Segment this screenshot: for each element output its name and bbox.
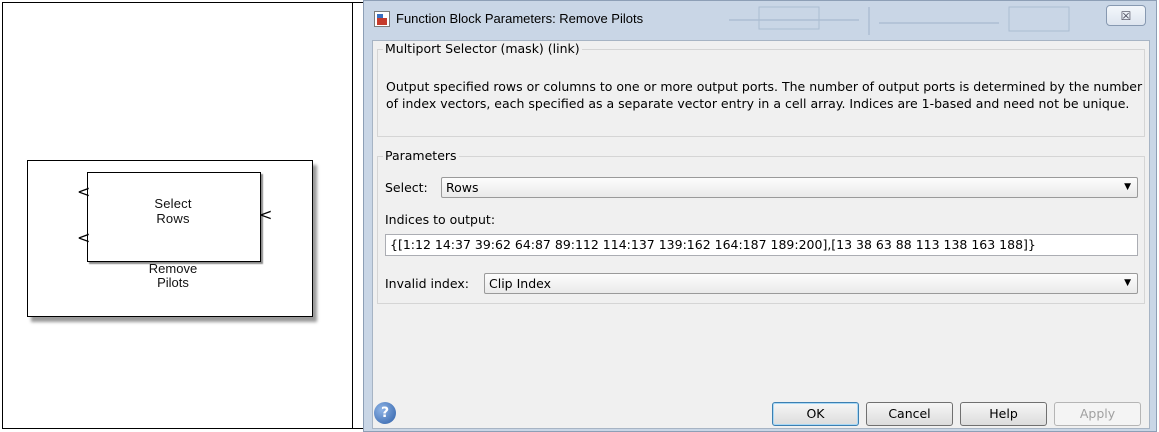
select-dropdown[interactable]: Rows ▼	[441, 177, 1138, 198]
select-value: Rows	[446, 180, 479, 195]
mask-description: Output specified rows or columns to one …	[386, 79, 1143, 111]
block-label: Select Rows	[154, 196, 192, 226]
block-name[interactable]: Remove Pilots	[87, 262, 259, 290]
parameters-group-title: Parameters	[383, 148, 459, 163]
apply-button[interactable]: Apply	[1054, 402, 1141, 426]
invalid-index-label: Invalid index:	[385, 276, 469, 291]
parameters-dialog: Function Block Parameters: Remove Pilots…	[363, 0, 1157, 432]
frame-divider	[352, 2, 353, 429]
background-window-decoration	[729, 6, 1070, 35]
select-label: Select:	[385, 180, 428, 195]
invalid-index-dropdown[interactable]: Clip Index ▼	[484, 273, 1138, 294]
input-port-2-icon: <	[77, 228, 91, 247]
chevron-down-icon: ▼	[1124, 182, 1131, 192]
invalid-index-value: Clip Index	[489, 276, 551, 291]
title-bar[interactable]: Function Block Parameters: Remove Pilots…	[364, 1, 1156, 39]
dialog-title: Function Block Parameters: Remove Pilots	[396, 11, 644, 26]
simulink-app-icon	[374, 11, 390, 27]
help-icon[interactable]: ?	[374, 402, 396, 424]
ok-button[interactable]: OK	[772, 402, 859, 426]
mask-group-title: Multiport Selector (mask) (link)	[383, 41, 582, 56]
help-button[interactable]: Help	[960, 402, 1047, 426]
indices-input[interactable]: {[1:12 14:37 39:62 64:87 89:112 114:137 …	[385, 234, 1138, 256]
dialog-client-area: Multiport Selector (mask) (link) Output …	[372, 40, 1150, 429]
close-icon[interactable]: ☒	[1106, 5, 1146, 26]
indices-label: Indices to output:	[385, 212, 496, 227]
chevron-down-icon: ▼	[1124, 278, 1131, 288]
output-port-icon: <	[259, 205, 273, 224]
cancel-button[interactable]: Cancel	[866, 402, 953, 426]
